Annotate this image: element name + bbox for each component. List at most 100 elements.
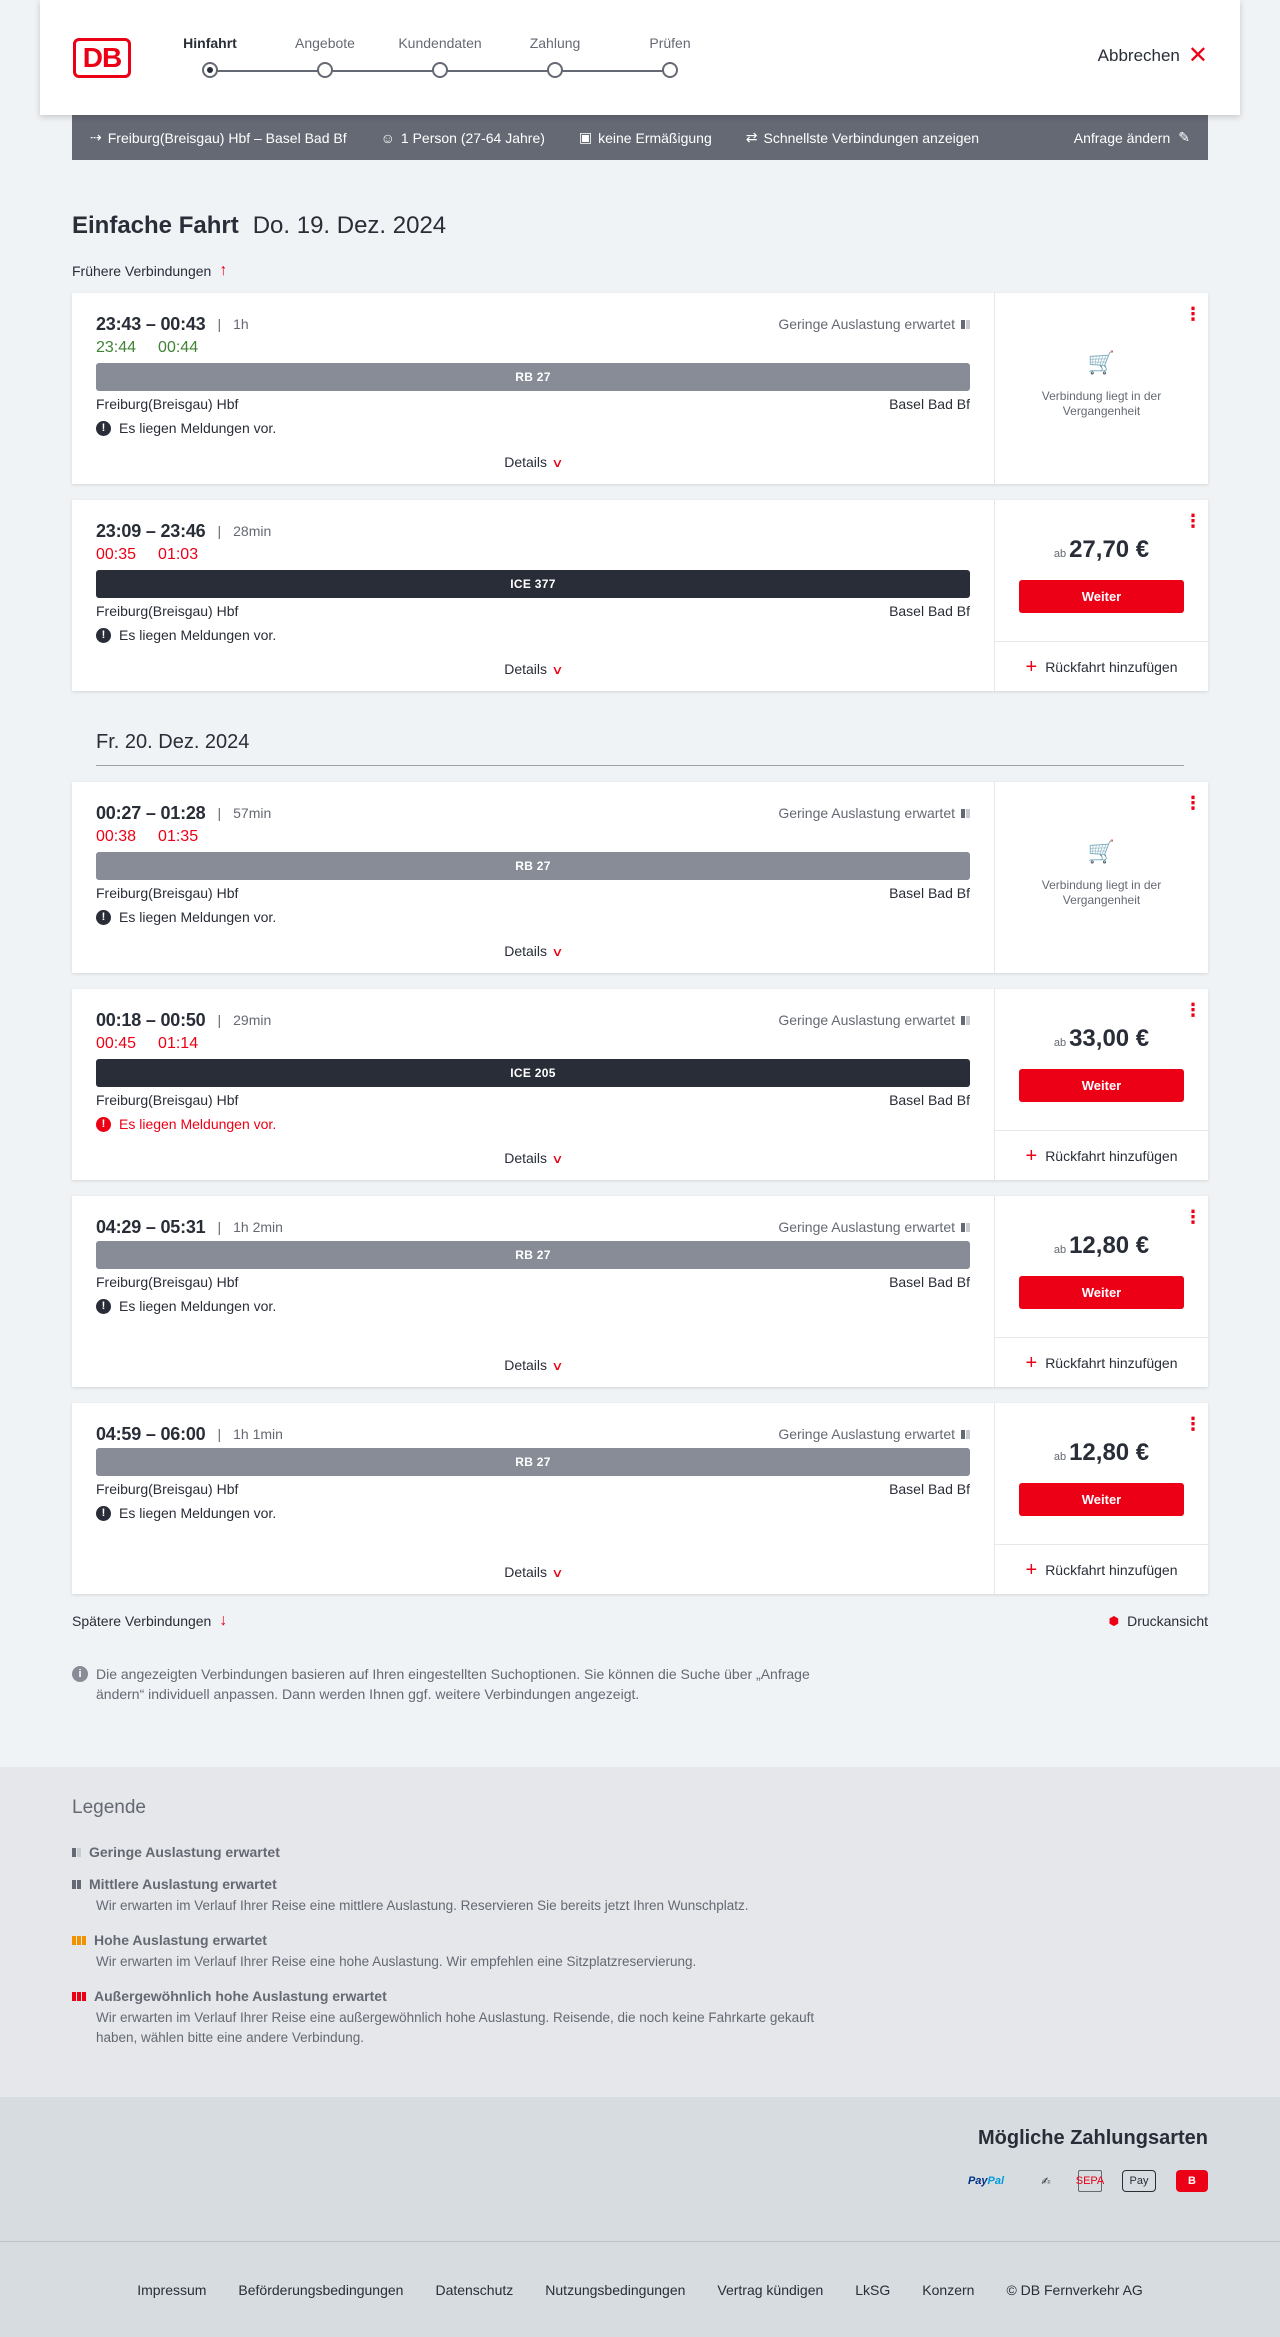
connection-details[interactable]: 23:09 – 23:46 | 28min 00:35 01:03 ICE 37… bbox=[72, 500, 995, 691]
duration: 29min bbox=[233, 1012, 272, 1028]
footer-link-nutzungsbedingungen[interactable]: Nutzungsbedingungen bbox=[545, 2282, 685, 2298]
add-return-trip-button[interactable]: + Rückfahrt hinzufügen bbox=[995, 641, 1208, 691]
footer-link-datenschutz[interactable]: Datenschutz bbox=[435, 2282, 513, 2298]
divider: | bbox=[217, 805, 222, 821]
offer-panel: ⋮ ab 12,80 € Weiter + Rückfahrt hinzufüge… bbox=[995, 1403, 1208, 1594]
more-options-icon[interactable]: ⋮ bbox=[1184, 1001, 1202, 1019]
realtime-arrival: 01:35 bbox=[158, 828, 199, 845]
person-icon: ☺ bbox=[380, 129, 395, 146]
step-label: Zahlung bbox=[529, 35, 581, 51]
arrow-right-icon: ⇢ bbox=[90, 129, 102, 145]
footer-link-lksg[interactable]: LkSG bbox=[855, 2282, 890, 2298]
occupancy-label: Geringe Auslastung erwartet bbox=[778, 1219, 955, 1235]
add-return-trip-button[interactable]: + Rückfahrt hinzufügen bbox=[995, 1544, 1208, 1594]
offer-panel: ⋮ 🛒 Verbindung liegt in der Vergangenhei… bbox=[995, 782, 1208, 973]
step-kundendaten[interactable]: Kundendaten bbox=[380, 34, 500, 78]
continue-button[interactable]: Weiter bbox=[1019, 580, 1184, 613]
continue-button[interactable]: Weiter bbox=[1019, 1483, 1184, 1516]
add-return-trip-button[interactable]: + Rückfahrt hinzufügen bbox=[995, 1130, 1208, 1180]
change-query-button[interactable]: Anfrage ändern ✎ bbox=[1074, 129, 1190, 146]
past-connection-note: 🛒 Verbindung liegt in der Vergangenheit bbox=[995, 352, 1208, 419]
details-toggle[interactable]: Details ∨ bbox=[72, 661, 994, 677]
continue-button[interactable]: Weiter bbox=[1019, 1069, 1184, 1102]
past-connection-text: Verbindung liegt in der Vergangenheit bbox=[1041, 878, 1162, 907]
occupancy-label: Geringe Auslastung erwartet bbox=[778, 1012, 955, 1028]
connection-card: 00:18 – 00:50 | 29min Geringe Auslastung… bbox=[72, 989, 1208, 1180]
cancel-button[interactable]: Abbrechen ✕ bbox=[1098, 44, 1208, 68]
sepa-icon: SEPA bbox=[1076, 2170, 1104, 2192]
more-options-icon[interactable]: ⋮ bbox=[1184, 794, 1202, 812]
credit-card-icon: ✍ bbox=[1041, 2175, 1051, 2188]
info-text: Die angezeigten Verbindungen basieren au… bbox=[96, 1666, 810, 1702]
add-return-trip-label: Rückfahrt hinzufügen bbox=[1045, 1147, 1178, 1164]
price-amount: 27,70 € bbox=[1069, 536, 1150, 563]
train-bar: RB 27 bbox=[96, 1241, 970, 1269]
notice-text: Es liegen Meldungen vor. bbox=[119, 1116, 277, 1132]
load-low-icon bbox=[961, 808, 970, 818]
continue-button[interactable]: Weiter bbox=[1019, 1276, 1184, 1309]
details-toggle[interactable]: Details ∨ bbox=[72, 454, 994, 470]
scheduled-times: 00:18 – 00:50 bbox=[96, 1009, 206, 1030]
details-toggle[interactable]: Details ∨ bbox=[72, 1150, 994, 1166]
price: ab 27,70 € bbox=[995, 536, 1208, 564]
db-logo[interactable]: DB bbox=[73, 38, 131, 78]
details-toggle[interactable]: Details ∨ bbox=[72, 1564, 994, 1580]
step-pruefen[interactable]: Prüfen bbox=[610, 34, 730, 78]
more-options-icon[interactable]: ⋮ bbox=[1184, 305, 1202, 323]
price-prefix: ab bbox=[1053, 1244, 1067, 1256]
occupancy-label: Geringe Auslastung erwartet bbox=[778, 1426, 955, 1442]
duration: 57min bbox=[233, 805, 272, 821]
notice-text: Es liegen Meldungen vor. bbox=[119, 1505, 277, 1521]
arrow-down-icon: ↓ bbox=[219, 1612, 228, 1629]
chevron-down-icon: ∨ bbox=[551, 1359, 564, 1373]
footer-copyright: © DB Fernverkehr AG bbox=[1006, 2281, 1143, 2298]
notice-message[interactable]: ! Es liegen Meldungen vor. bbox=[96, 909, 970, 925]
connections-day-1: 23:43 – 00:43 | 1h Geringe Auslastung er… bbox=[72, 293, 1208, 691]
notice-message[interactable]: ! Es liegen Meldungen vor. bbox=[96, 1298, 970, 1314]
train-bar: RB 27 bbox=[96, 363, 970, 391]
footer-link-impressum[interactable]: Impressum bbox=[137, 2282, 206, 2298]
legend-item-title: Geringe Auslastung erwartet bbox=[89, 1844, 280, 1860]
more-options-icon[interactable]: ⋮ bbox=[1184, 1415, 1202, 1433]
stations: Freiburg(Breisgau) Hbf Basel Bad Bf bbox=[96, 396, 970, 414]
load-low-icon bbox=[961, 1429, 970, 1439]
legend-item-desc: Wir erwarten im Verlauf Ihrer Reise eine… bbox=[96, 1954, 697, 1969]
step-angebote[interactable]: Angebote bbox=[265, 34, 385, 78]
connection-details[interactable]: 04:59 – 06:00 | 1h 1min Geringe Auslastu… bbox=[72, 1403, 995, 1594]
notice-message[interactable]: ! Es liegen Meldungen vor. bbox=[96, 627, 970, 643]
notice-message[interactable]: ! Es liegen Meldungen vor. bbox=[96, 1505, 970, 1521]
chevron-down-icon: ∨ bbox=[551, 456, 564, 470]
legend-item-desc: Wir erwarten im Verlauf Ihrer Reise eine… bbox=[96, 2010, 815, 2045]
later-connections-link[interactable]: Spätere Verbindungen ↓ bbox=[72, 1612, 227, 1630]
footer-link-befoerderungsbedingungen[interactable]: Beförderungsbedingungen bbox=[238, 2282, 403, 2298]
connection-details[interactable]: 23:43 – 00:43 | 1h Geringe Auslastung er… bbox=[72, 293, 995, 484]
passenger-summary: ☺ 1 Person (27-64 Jahre) bbox=[381, 130, 545, 146]
connection-details[interactable]: 04:29 – 05:31 | 1h 2min Geringe Auslastu… bbox=[72, 1196, 995, 1387]
details-toggle[interactable]: Details ∨ bbox=[72, 943, 994, 959]
print-view-link[interactable]: ⬢ Druckansicht bbox=[1109, 1612, 1208, 1630]
earlier-connections-link[interactable]: Frühere Verbindungen ↑ bbox=[72, 262, 1208, 280]
step-zahlung[interactable]: Zahlung bbox=[495, 34, 615, 78]
step-hinfahrt[interactable]: Hinfahrt bbox=[150, 34, 270, 78]
legend-item-title: Mittlere Auslastung erwartet bbox=[89, 1876, 277, 1892]
footer-link-vertrag-kuendigen[interactable]: Vertrag kündigen bbox=[717, 2282, 823, 2298]
details-toggle[interactable]: Details ∨ bbox=[72, 1357, 994, 1373]
add-return-trip-label: Rückfahrt hinzufügen bbox=[1045, 658, 1178, 675]
notice-message[interactable]: ! Es liegen Meldungen vor. bbox=[96, 1116, 970, 1132]
step-dot bbox=[202, 62, 218, 78]
add-return-trip-button[interactable]: + Rückfahrt hinzufügen bbox=[995, 1337, 1208, 1387]
load-medium-icon bbox=[72, 1879, 81, 1889]
more-options-icon[interactable]: ⋮ bbox=[1184, 1208, 1202, 1226]
step-dot bbox=[317, 62, 333, 78]
chevron-down-icon: ∨ bbox=[551, 663, 564, 677]
more-options-icon[interactable]: ⋮ bbox=[1184, 512, 1202, 530]
notice-message[interactable]: ! Es liegen Meldungen vor. bbox=[96, 420, 970, 436]
train-bar: ICE 205 bbox=[96, 1059, 970, 1087]
footer-link-konzern[interactable]: Konzern bbox=[922, 2282, 974, 2298]
duration: 28min bbox=[233, 523, 272, 539]
connection-card: 23:43 – 00:43 | 1h Geringe Auslastung er… bbox=[72, 293, 1208, 484]
connection-details[interactable]: 00:27 – 01:28 | 57min Geringe Auslastung… bbox=[72, 782, 995, 973]
chevron-down-icon: ∨ bbox=[551, 1152, 564, 1166]
connection-details[interactable]: 00:18 – 00:50 | 29min Geringe Auslastung… bbox=[72, 989, 995, 1180]
destination-station: Basel Bad Bf bbox=[889, 1092, 970, 1108]
